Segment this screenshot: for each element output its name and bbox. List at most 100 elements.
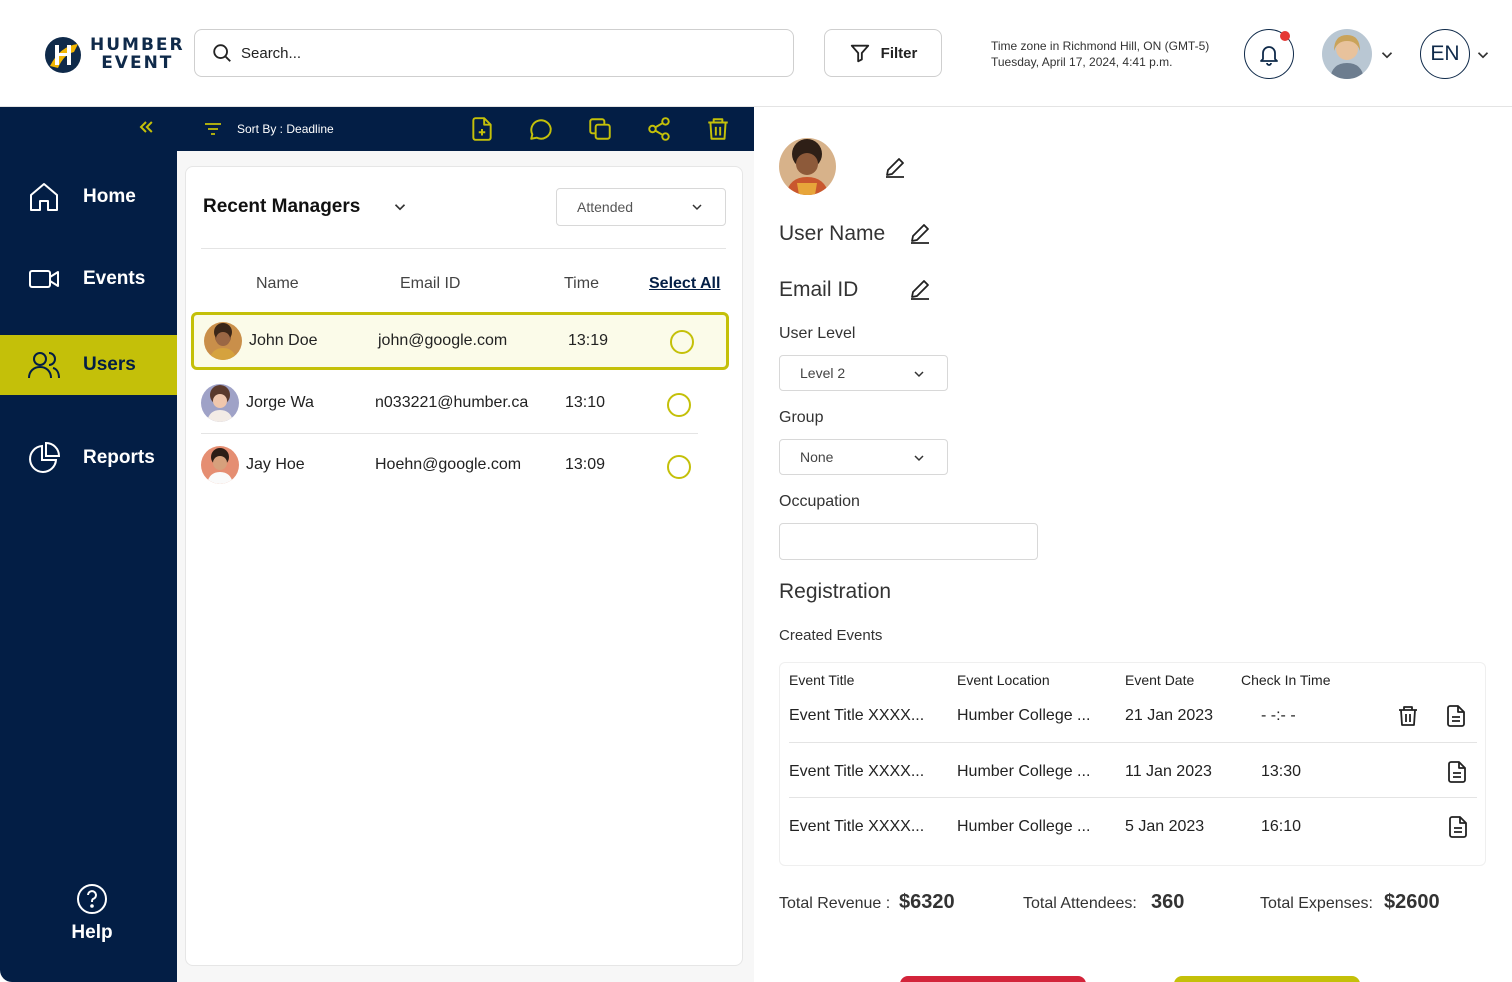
sidebar-item-label: Home xyxy=(83,186,136,207)
table-row[interactable]: John Doe john@google.com 13:19 xyxy=(191,312,729,370)
manager-email: n033221@humber.ca xyxy=(375,394,529,411)
total-revenue-value: $6320 xyxy=(899,891,955,913)
language-button[interactable]: EN xyxy=(1420,29,1470,79)
top-header: HUMBER EVENT Filter Time zone in Richmon… xyxy=(0,0,1512,107)
filter-button[interactable]: Filter xyxy=(824,29,942,77)
notification-dot xyxy=(1280,31,1290,41)
panel-chevron-down-icon[interactable] xyxy=(391,198,409,216)
search-input[interactable] xyxy=(241,44,761,62)
divider xyxy=(789,742,1477,743)
language-chevron-down-icon[interactable] xyxy=(1474,46,1492,64)
manager-time: 13:09 xyxy=(565,456,606,473)
notifications-button[interactable] xyxy=(1244,29,1294,79)
table-row[interactable]: Jorge Wa n033221@humber.ca 13:10 xyxy=(191,374,729,432)
help-label: Help xyxy=(71,922,113,943)
help-button[interactable]: Help xyxy=(62,882,122,944)
event-location: Humber College ... xyxy=(957,763,1091,780)
delete-user-button[interactable] xyxy=(900,976,1086,982)
avatar xyxy=(201,384,239,422)
logo-line2: EVENT xyxy=(101,53,174,73)
row-select-radio[interactable] xyxy=(667,455,691,479)
created-events-label: Created Events xyxy=(779,627,883,644)
manager-name: John Doe xyxy=(249,332,318,349)
profile-avatar[interactable] xyxy=(1322,29,1372,79)
comment-icon[interactable] xyxy=(528,116,554,142)
column-header-time: Time xyxy=(564,275,599,292)
row-select-radio[interactable] xyxy=(667,393,691,417)
row-select-radio[interactable] xyxy=(670,330,694,354)
sidebar-item-users[interactable]: Users xyxy=(0,335,177,395)
total-attendees-label: Total Attendees: xyxy=(1023,895,1137,912)
attended-filter-select[interactable]: Attended xyxy=(556,188,726,226)
event-document-icon[interactable] xyxy=(1444,704,1468,728)
search-bar[interactable] xyxy=(194,29,794,77)
sidebar-item-reports[interactable]: Reports xyxy=(0,428,177,488)
sort-icon xyxy=(205,123,221,135)
event-document-icon[interactable] xyxy=(1445,760,1469,784)
copy-icon[interactable] xyxy=(587,116,613,142)
current-datetime: Tuesday, April 17, 2024, 4:41 p.m. xyxy=(991,55,1173,69)
home-icon xyxy=(30,183,58,211)
divider xyxy=(201,248,726,249)
list-toolbar: Sort By : Deadline xyxy=(177,107,754,151)
manager-email: john@google.com xyxy=(378,332,508,349)
logo-line1: HUMBER xyxy=(90,35,185,55)
collapse-sidebar-icon[interactable] xyxy=(136,117,156,137)
column-header-event-title: Event Title xyxy=(789,672,855,688)
trash-icon[interactable] xyxy=(705,116,731,142)
panel-title: Recent Managers xyxy=(203,196,361,217)
total-revenue-label: Total Revenue : xyxy=(779,895,891,912)
column-header-name: Name xyxy=(256,275,299,292)
email-label: Email ID xyxy=(779,278,859,301)
timezone-info: Time zone in Richmond Hill, ON (GMT-5) T… xyxy=(991,38,1209,70)
total-attendees-value: 360 xyxy=(1151,891,1185,913)
column-header-event-location: Event Location xyxy=(957,672,1050,688)
chevron-down-icon xyxy=(914,455,924,462)
sidebar: Home Events Users Reports Help xyxy=(0,107,177,982)
profile-chevron-down-icon[interactable] xyxy=(1378,46,1396,64)
search-icon xyxy=(213,44,231,62)
chevron-down-icon xyxy=(692,204,702,211)
logo-mark-icon xyxy=(45,37,81,73)
language-label: EN xyxy=(1430,42,1460,65)
sidebar-item-home[interactable]: Home xyxy=(0,167,177,227)
user-level-value: Level 2 xyxy=(800,365,846,381)
group-select[interactable]: None xyxy=(779,439,948,475)
occupation-input[interactable] xyxy=(779,523,1038,560)
column-header-checkin-time: Check In Time xyxy=(1241,672,1331,688)
edit-email-pencil-icon[interactable] xyxy=(908,277,932,301)
select-all-link[interactable]: Select All xyxy=(649,275,720,293)
column-header-email: Email ID xyxy=(400,275,461,292)
sidebar-item-events[interactable]: Events xyxy=(0,249,177,309)
delete-event-trash-icon[interactable] xyxy=(1396,704,1420,728)
manager-name: Jay Hoe xyxy=(246,456,305,473)
save-user-button[interactable] xyxy=(1174,976,1360,982)
avatar-image xyxy=(201,384,239,422)
event-checkin: 16:10 xyxy=(1261,818,1302,835)
avatar-image xyxy=(204,322,242,360)
sort-control[interactable]: Sort By : Deadline xyxy=(203,119,334,139)
avatar-image xyxy=(201,446,239,484)
humber-event-logo[interactable]: HUMBER EVENT xyxy=(44,36,183,76)
recent-managers-panel: Recent Managers Attended Name Email ID T… xyxy=(185,166,743,966)
avatar xyxy=(201,446,239,484)
event-document-icon[interactable] xyxy=(1446,815,1470,839)
manager-time: 13:19 xyxy=(568,332,609,349)
event-title[interactable]: Event Title XXXX... xyxy=(789,707,924,725)
attended-filter-value: Attended xyxy=(577,199,634,215)
event-title[interactable]: Event Title XXXX... xyxy=(789,818,924,836)
edit-username-pencil-icon[interactable] xyxy=(908,221,932,245)
edit-avatar-pencil-icon[interactable] xyxy=(883,155,907,179)
logo-text: HUMBER EVENT xyxy=(90,36,185,72)
event-date: 11 Jan 2023 xyxy=(1125,763,1212,780)
add-file-icon[interactable] xyxy=(469,116,495,142)
occupation-label: Occupation xyxy=(779,493,860,510)
sidebar-item-label: Reports xyxy=(83,447,155,468)
event-title[interactable]: Event Title XXXX... xyxy=(789,763,924,781)
share-icon[interactable] xyxy=(646,116,672,142)
user-avatar-image xyxy=(779,138,836,195)
table-row[interactable]: Jay Hoe Hoehn@google.com 13:09 xyxy=(191,436,729,494)
bell-icon xyxy=(1260,46,1278,66)
total-expenses-label: Total Expenses: xyxy=(1260,895,1373,912)
user-level-select[interactable]: Level 2 xyxy=(779,355,948,391)
